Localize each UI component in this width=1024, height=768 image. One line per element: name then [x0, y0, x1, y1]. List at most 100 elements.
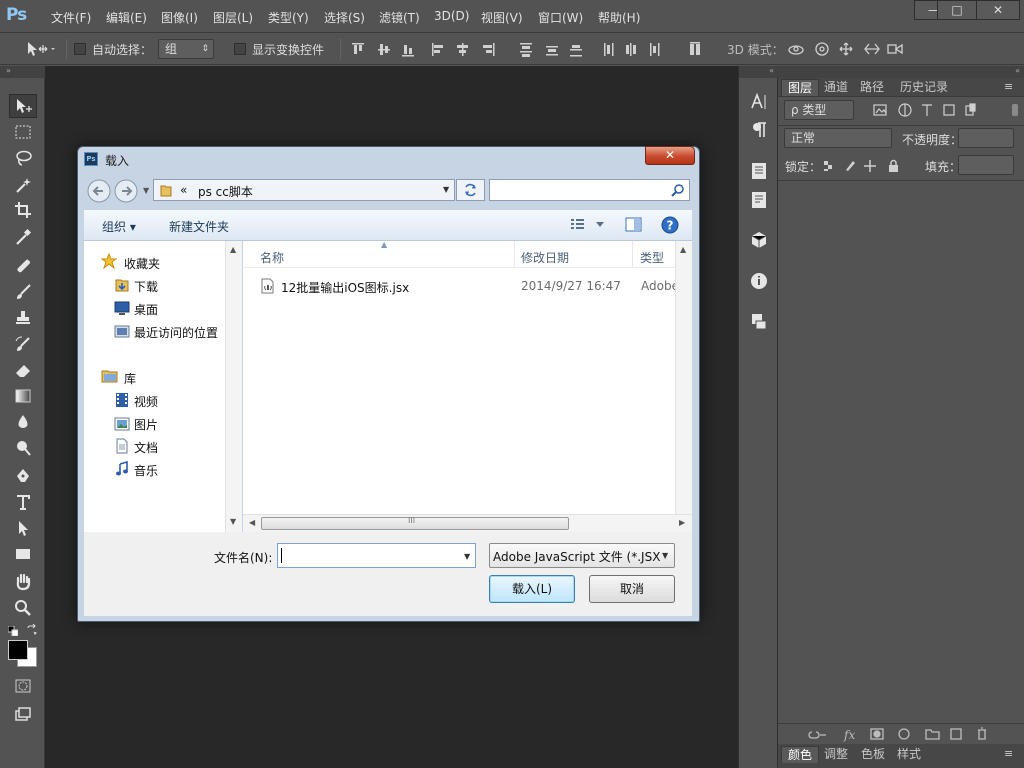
- pen-tool-icon[interactable]: [9, 464, 37, 488]
- nav-favorites[interactable]: 收藏夹: [124, 255, 160, 272]
- foreground-color-swatch[interactable]: [8, 640, 28, 660]
- color-panel-menu-icon[interactable]: ≡: [1004, 747, 1013, 760]
- info-panel-icon[interactable]: [749, 271, 769, 291]
- column-modified[interactable]: 修改日期: [521, 249, 569, 266]
- forward-button[interactable]: [113, 178, 139, 204]
- menu-window[interactable]: 窗口(W): [538, 9, 583, 26]
- menu-select[interactable]: 选择(S): [324, 9, 365, 26]
- fill-input[interactable]: [958, 155, 1014, 175]
- tab-paths[interactable]: 路径: [854, 79, 890, 96]
- default-colors-icon[interactable]: [8, 626, 18, 636]
- dialog-close-button[interactable]: ✕: [645, 146, 695, 165]
- column-type[interactable]: 类型: [640, 249, 664, 266]
- 3d-materials-panel-icon[interactable]: [749, 311, 769, 331]
- blend-mode-dropdown[interactable]: 正常: [784, 128, 892, 148]
- back-button[interactable]: [86, 178, 112, 204]
- organize-button[interactable]: 组织 ▾: [102, 218, 136, 235]
- nav-videos[interactable]: 视频: [134, 393, 158, 410]
- preview-pane-button[interactable]: [625, 217, 643, 233]
- dodge-tool-icon[interactable]: [9, 436, 37, 460]
- file-horizontal-scrollbar[interactable]: ◀ III ▶: [243, 514, 692, 532]
- filter-toggle-switch[interactable]: [1012, 104, 1018, 116]
- nav-scrollbar[interactable]: ▲ ▼: [225, 241, 242, 532]
- swap-colors-icon[interactable]: [26, 624, 38, 636]
- marquee-tool-icon[interactable]: [9, 120, 37, 144]
- scroll-down-arrow[interactable]: ▼: [230, 517, 236, 526]
- hand-tool-icon[interactable]: [9, 570, 37, 594]
- tab-styles[interactable]: 样式: [891, 746, 927, 763]
- menu-edit[interactable]: 编辑(E): [106, 9, 147, 26]
- filename-dropdown-icon[interactable]: ▼: [464, 552, 470, 561]
- notes-panel-icon[interactable]: [749, 190, 769, 210]
- rectangle-tool-icon[interactable]: [9, 542, 37, 566]
- scroll-right-arrow[interactable]: ▶: [679, 518, 685, 527]
- tab-swatches[interactable]: 色板: [855, 746, 891, 763]
- search-input[interactable]: [489, 179, 690, 201]
- properties-panel-icon[interactable]: [749, 161, 769, 181]
- menu-layer[interactable]: 图层(L): [213, 9, 253, 26]
- lasso-tool-icon[interactable]: [9, 146, 37, 170]
- tab-color[interactable]: 颜色: [781, 746, 820, 763]
- tab-adjustments[interactable]: 调整: [818, 746, 854, 763]
- address-bar[interactable]: « ps cc脚本 ▼: [153, 179, 455, 201]
- close-app-button[interactable]: ✕: [976, 0, 1020, 20]
- layer-kind-filter[interactable]: ρ 类型: [784, 100, 854, 120]
- 3d-panel-icon[interactable]: [749, 230, 769, 250]
- nav-documents[interactable]: 文档: [134, 439, 158, 456]
- recent-pages-dropdown[interactable]: ▼: [143, 186, 149, 195]
- eraser-tool-icon[interactable]: [9, 358, 37, 382]
- scroll-left-arrow[interactable]: ◀: [249, 518, 255, 527]
- gradient-tool-icon[interactable]: [9, 384, 37, 408]
- scroll-up-arrow[interactable]: ▲: [230, 245, 236, 254]
- filename-input[interactable]: ▼: [277, 543, 476, 568]
- scroll-up-arrow[interactable]: ▲: [680, 245, 686, 254]
- healing-brush-tool-icon[interactable]: [9, 254, 37, 278]
- scroll-thumb[interactable]: III: [261, 516, 569, 530]
- history-brush-tool-icon[interactable]: [9, 332, 37, 356]
- menu-view[interactable]: 视图(V): [481, 9, 523, 26]
- toolbar-collapse-handle[interactable]: »: [0, 66, 45, 78]
- view-options-button[interactable]: [571, 218, 607, 232]
- auto-select-checkbox[interactable]: [74, 43, 86, 55]
- file-vertical-scrollbar[interactable]: ▲: [675, 241, 692, 514]
- cancel-button[interactable]: 取消: [589, 575, 675, 603]
- file-type-filter-dropdown[interactable]: Adobe JavaScript 文件 (*.JSX ▼: [489, 543, 675, 568]
- menu-3d[interactable]: 3D(D): [434, 9, 469, 23]
- layers-list[interactable]: [778, 180, 1024, 723]
- magic-wand-tool-icon[interactable]: [9, 173, 37, 197]
- tab-layers[interactable]: 图层: [781, 79, 820, 96]
- nav-pictures[interactable]: 图片: [134, 416, 158, 433]
- opacity-input[interactable]: [958, 128, 1014, 148]
- zoom-tool-icon[interactable]: [9, 596, 37, 620]
- auto-select-dropdown[interactable]: 组 ⇕: [158, 39, 214, 59]
- menu-type[interactable]: 类型(Y): [268, 9, 309, 26]
- new-folder-button[interactable]: 新建文件夹: [169, 218, 229, 235]
- menu-filter[interactable]: 滤镜(T): [379, 9, 420, 26]
- tab-history[interactable]: 历史记录: [894, 79, 954, 96]
- menu-help[interactable]: 帮助(H): [598, 9, 640, 26]
- dock-collapse-handle[interactable]: «: [739, 66, 778, 78]
- show-transform-checkbox[interactable]: [234, 43, 246, 55]
- screen-mode-icon[interactable]: [9, 702, 37, 726]
- quick-mask-icon[interactable]: [9, 674, 37, 698]
- menu-image[interactable]: 图像(I): [161, 9, 198, 26]
- nav-libraries[interactable]: 库: [124, 370, 136, 387]
- nav-recent-places[interactable]: 最近访问的位置: [134, 324, 218, 341]
- move-tool-icon[interactable]: [9, 94, 37, 118]
- character-panel-icon[interactable]: [749, 92, 769, 112]
- paragraph-panel-icon[interactable]: [749, 120, 769, 140]
- move-tool-preset-icon[interactable]: [25, 40, 55, 58]
- menu-file[interactable]: 文件(F): [51, 9, 91, 26]
- clone-stamp-tool-icon[interactable]: [9, 306, 37, 330]
- panel-menu-icon[interactable]: ≡: [1004, 80, 1013, 93]
- brush-tool-icon[interactable]: [9, 280, 37, 304]
- tab-channels[interactable]: 通道: [818, 79, 854, 96]
- nav-music[interactable]: 音乐: [134, 462, 158, 479]
- eyedropper-tool-icon[interactable]: [9, 225, 37, 249]
- type-tool-icon[interactable]: [9, 490, 37, 514]
- refresh-button[interactable]: [456, 179, 485, 201]
- maximize-button[interactable]: □: [937, 0, 977, 20]
- load-button[interactable]: 载入(L): [489, 575, 575, 603]
- blur-tool-icon[interactable]: [9, 410, 37, 434]
- column-name[interactable]: 名称: [260, 249, 284, 266]
